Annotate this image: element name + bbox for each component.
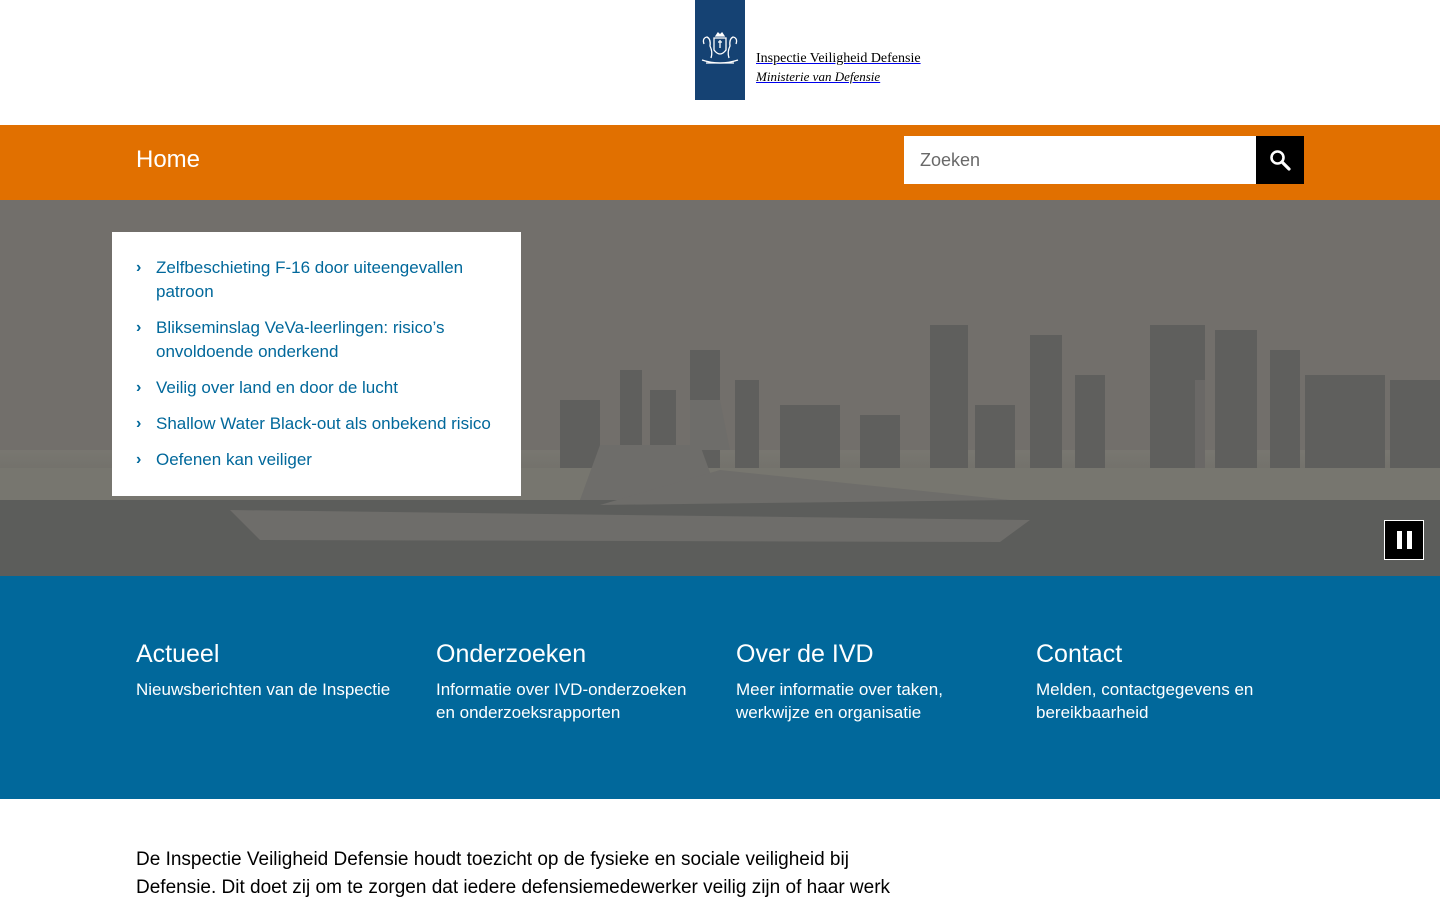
hero-carousel: › Zelfbeschieting F-16 door uiteengevall… <box>0 200 1440 576</box>
search-icon <box>1270 150 1291 171</box>
hero-links-panel: › Zelfbeschieting F-16 door uiteengevall… <box>112 232 521 496</box>
list-item: › Blikseminslag VeVa-leerlingen: risico’… <box>136 316 497 364</box>
category-band: Actueel Nieuwsberichten van de Inspectie… <box>0 576 1440 799</box>
chevron-right-icon: › <box>136 451 142 468</box>
hero-link[interactable]: Zelfbeschieting F-16 door uiteengevallen… <box>156 256 497 304</box>
chevron-right-icon: › <box>136 259 142 276</box>
list-item: › Veilig over land en door de lucht <box>136 376 497 400</box>
coat-of-arms-icon <box>701 31 739 64</box>
ministry-name: Ministerie van Defensie <box>756 69 881 84</box>
logo-text: Inspectie Veiligheid Defensie Ministerie… <box>756 50 921 85</box>
category-title-link[interactable]: Over de IVD <box>736 638 1006 670</box>
category-description: Nieuwsberichten van de Inspectie <box>136 680 391 699</box>
hero-link[interactable]: Blikseminslag VeVa-leerlingen: risico’s … <box>156 316 497 364</box>
list-item: › Oefenen kan veiliger <box>136 448 497 472</box>
intro-paragraph: De Inspectie Veiligheid Defensie houdt t… <box>136 849 891 898</box>
list-item: › Shallow Water Black-out als onbekend r… <box>136 412 497 436</box>
pause-icon <box>1396 531 1402 549</box>
logo-ribbon <box>695 0 745 100</box>
search-form <box>904 136 1304 184</box>
category-title-link[interactable]: Contact <box>1036 638 1306 670</box>
category-actueel: Actueel Nieuwsberichten van de Inspectie <box>136 638 406 701</box>
chevron-right-icon: › <box>136 319 142 336</box>
category-onderzoeken: Onderzoeken Informatie over IVD-onderzoe… <box>436 638 706 724</box>
pause-icon <box>1406 531 1412 549</box>
chevron-right-icon: › <box>136 415 142 432</box>
main-navigation: Home <box>0 125 1440 200</box>
hero-link[interactable]: Veilig over land en door de lucht <box>156 376 398 400</box>
search-input[interactable] <box>904 136 1256 184</box>
organisation-name: Inspectie Veiligheid Defensie <box>756 51 921 66</box>
category-description: Meer informatie over taken, werkwijze en… <box>736 680 943 722</box>
nav-home-link[interactable]: Home <box>136 146 200 174</box>
category-over-de-ivd: Over de IVD Meer informatie over taken, … <box>736 638 1006 724</box>
category-description: Informatie over IVD-onderzoeken en onder… <box>436 680 687 722</box>
category-contact: Contact Melden, contactgegevens en berei… <box>1036 638 1306 724</box>
list-item: › Zelfbeschieting F-16 door uiteengevall… <box>136 256 497 304</box>
hero-link[interactable]: Oefenen kan veiliger <box>156 448 312 472</box>
search-button[interactable] <box>1256 136 1304 184</box>
chevron-right-icon: › <box>136 379 142 396</box>
site-header: Inspectie Veiligheid Defensie Ministerie… <box>0 0 1440 125</box>
hero-link[interactable]: Shallow Water Black-out als onbekend ris… <box>156 412 491 436</box>
site-logo[interactable]: Inspectie Veiligheid Defensie Ministerie… <box>695 0 921 100</box>
category-title-link[interactable]: Actueel <box>136 638 406 670</box>
category-title-link[interactable]: Onderzoeken <box>436 638 706 670</box>
carousel-pause-button[interactable] <box>1384 520 1424 560</box>
category-description: Melden, contactgegevens en bereikbaarhei… <box>1036 680 1254 722</box>
hero-links-list: › Zelfbeschieting F-16 door uiteengevall… <box>136 256 497 472</box>
